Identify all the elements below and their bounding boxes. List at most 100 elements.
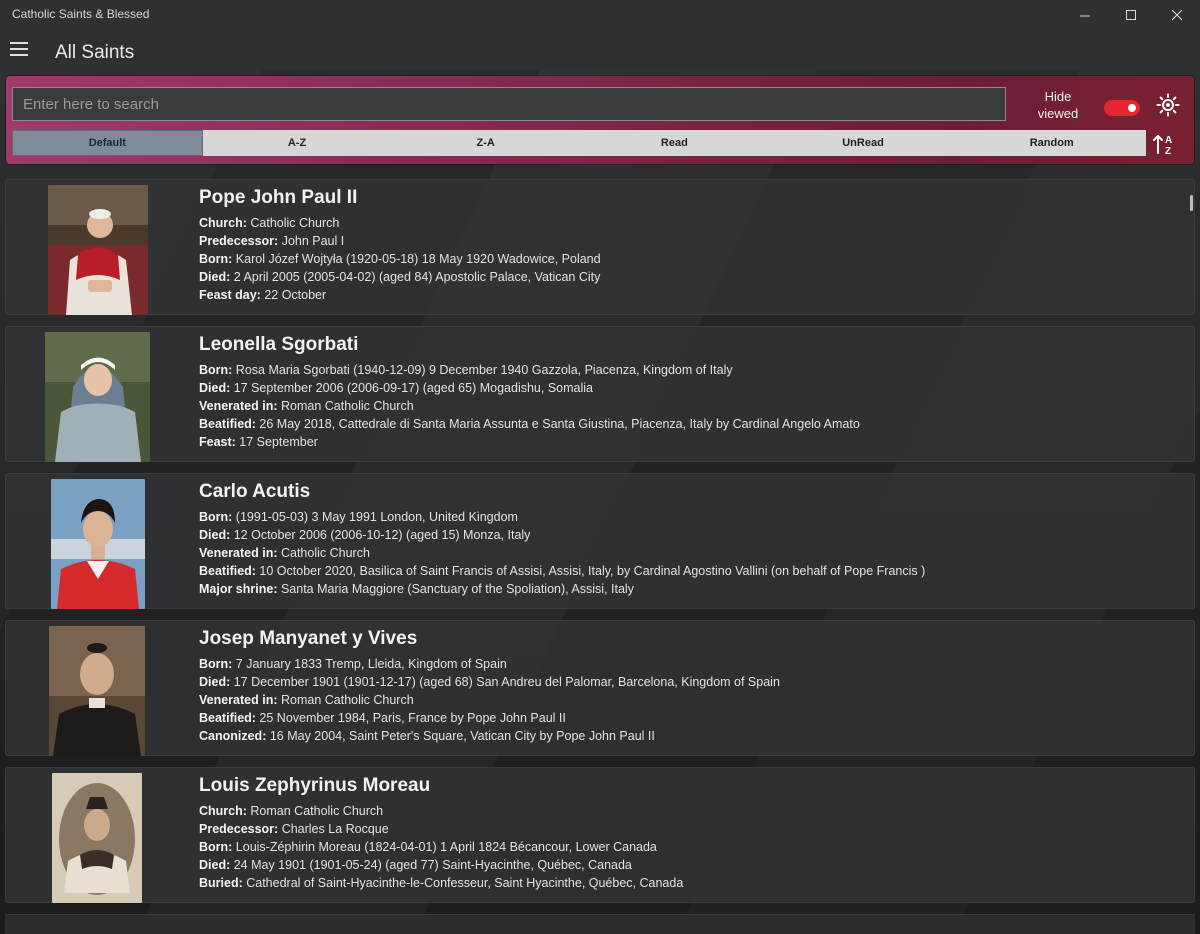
detail-row: Venerated in: Roman Catholic Church: [199, 397, 860, 415]
sort-option-unread[interactable]: UnRead: [769, 130, 958, 156]
detail-row: Feast: 17 September: [199, 433, 860, 451]
detail-value: 24 May 1901 (1901-05-24) (aged 77) Saint…: [230, 858, 632, 872]
detail-value: 17 December 1901 (1901-12-17) (aged 68) …: [230, 675, 780, 689]
detail-row: Canonized: 16 May 2004, Saint Peter's Sq…: [199, 727, 780, 745]
detail-value: Karol Józef Wojtyła (1920-05-18) 18 May …: [232, 252, 601, 266]
detail-label: Beatified:: [199, 564, 256, 578]
saint-details: Church: Roman Catholic Church Predecesso…: [199, 802, 683, 892]
hide-viewed-label-line2: viewed: [1037, 106, 1079, 121]
close-icon: [1171, 9, 1182, 20]
minimize-icon: [1079, 15, 1090, 16]
saint-portrait-image: [52, 773, 142, 903]
search-toolbar: Hide viewed Default A-Z Z-A Read: [6, 76, 1194, 164]
svg-text:Z: Z: [1165, 146, 1171, 156]
detail-label: Canonized:: [199, 729, 267, 743]
saint-card[interactable]: Leonella Sgorbati Born: Rosa Maria Sgorb…: [5, 326, 1195, 462]
detail-value: 17 September 2006 (2006-09-17) (aged 65)…: [230, 381, 593, 395]
page-title: All Saints: [55, 42, 135, 63]
detail-value: 26 May 2018, Cattedrale di Santa Maria A…: [255, 417, 860, 431]
detail-label: Died:: [199, 270, 231, 284]
saint-details: Born: (1991-05-03) 3 May 1991 London, Un…: [199, 508, 925, 598]
hide-viewed-label-line1: Hide: [1044, 89, 1072, 104]
saint-details: Born: 7 January 1833 Tremp, Lleida, King…: [199, 655, 780, 745]
detail-row: Venerated in: Catholic Church: [199, 544, 925, 562]
sort-option-random[interactable]: Random: [957, 130, 1146, 156]
hide-viewed-label: Hide viewed: [1032, 88, 1084, 122]
saint-portrait-image: [45, 332, 150, 462]
search-input[interactable]: [13, 88, 1005, 120]
detail-label: Born:: [199, 363, 233, 377]
scrollbar-thumb[interactable]: [1190, 195, 1193, 211]
sun-icon[interactable]: [1156, 93, 1180, 117]
minimize-button[interactable]: [1062, 0, 1108, 30]
next-saint-card-partial[interactable]: [5, 914, 1195, 934]
detail-row: Predecessor: John Paul I: [199, 232, 601, 250]
hide-viewed-toggle[interactable]: [1104, 100, 1140, 116]
saint-details: Born: Rosa Maria Sgorbati (1940-12-09) 9…: [199, 361, 860, 451]
detail-value: Santa Maria Maggiore (Sanctuary of the S…: [277, 582, 634, 596]
saint-portrait-image: [49, 626, 145, 756]
title-bar: Catholic Saints & Blessed: [0, 0, 1200, 30]
close-button[interactable]: [1154, 0, 1200, 30]
detail-row: Born: Karol Józef Wojtyła (1920-05-18) 1…: [199, 250, 601, 268]
saint-name: Josep Manyanet y Vives: [199, 628, 418, 649]
detail-value: 22 October: [260, 288, 327, 302]
search-box: [12, 87, 1006, 121]
detail-value: 7 January 1833 Tremp, Lleida, Kingdom of…: [232, 657, 507, 671]
detail-label: Born:: [199, 840, 233, 854]
detail-row: Died: 24 May 1901 (1901-05-24) (aged 77)…: [199, 856, 683, 874]
maximize-icon: [1125, 9, 1136, 20]
detail-row: Predecessor: Charles La Rocque: [199, 820, 683, 838]
detail-value: 12 October 2006 (2006-10-12) (aged 15) M…: [230, 528, 531, 542]
detail-row: Feast day: 22 October: [199, 286, 601, 304]
detail-row: Beatified: 25 November 1984, Paris, Fran…: [199, 709, 780, 727]
saint-card[interactable]: Josep Manyanet y Vives Born: 7 January 1…: [5, 620, 1195, 756]
detail-row: Died: 12 October 2006 (2006-10-12) (aged…: [199, 526, 925, 544]
detail-value: Cathedral of Saint-Hyacinthe-le-Confesse…: [242, 876, 684, 890]
app-header: All Saints: [0, 30, 1200, 70]
detail-label: Church:: [199, 216, 247, 230]
sort-option-default[interactable]: Default: [12, 130, 203, 156]
detail-value: Catholic Church: [277, 546, 370, 560]
detail-label: Predecessor:: [199, 234, 279, 248]
detail-label: Born:: [199, 657, 233, 671]
detail-row: Born: Louis-Zéphirin Moreau (1824-04-01)…: [199, 838, 683, 856]
detail-label: Born:: [199, 510, 233, 524]
detail-value: Roman Catholic Church: [277, 399, 414, 413]
detail-label: Venerated in:: [199, 546, 278, 560]
detail-value: Roman Catholic Church: [277, 693, 414, 707]
detail-row: Born: 7 January 1833 Tremp, Lleida, King…: [199, 655, 780, 673]
detail-label: Venerated in:: [199, 399, 278, 413]
detail-row: Buried: Cathedral of Saint-Hyacinthe-le-…: [199, 874, 683, 892]
detail-label: Predecessor:: [199, 822, 279, 836]
detail-label: Feast day:: [199, 288, 261, 302]
detail-label: Major shrine:: [199, 582, 278, 596]
sort-az-icon[interactable]: A Z: [1152, 132, 1178, 156]
saint-card[interactable]: Louis Zephyrinus Moreau Church: Roman Ca…: [5, 767, 1195, 903]
detail-label: Church:: [199, 804, 247, 818]
detail-value: Roman Catholic Church: [246, 804, 384, 818]
app-window: Catholic Saints & Blessed All Saints Hid…: [0, 0, 1200, 934]
hamburger-menu-icon[interactable]: [10, 42, 28, 56]
sort-option-z-a[interactable]: Z-A: [391, 130, 580, 156]
detail-row: Died: 17 September 2006 (2006-09-17) (ag…: [199, 379, 860, 397]
detail-label: Buried:: [199, 876, 243, 890]
sort-option-a-z[interactable]: A-Z: [203, 130, 392, 156]
sort-option-read[interactable]: Read: [580, 130, 769, 156]
detail-value: 25 November 1984, Paris, France by Pope …: [255, 711, 566, 725]
saint-card[interactable]: Carlo Acutis Born: (1991-05-03) 3 May 19…: [5, 473, 1195, 609]
detail-value: 2 April 2005 (2005-04-02) (aged 84) Apos…: [230, 270, 601, 284]
detail-value: 17 September: [235, 435, 318, 449]
saint-portrait-image: [48, 185, 148, 315]
detail-row: Born: (1991-05-03) 3 May 1991 London, Un…: [199, 508, 925, 526]
saint-name: Carlo Acutis: [199, 481, 311, 502]
detail-row: Church: Roman Catholic Church: [199, 802, 683, 820]
saint-name: Pope John Paul II: [199, 187, 358, 208]
saint-card[interactable]: Pope John Paul II Church: Catholic Churc…: [5, 179, 1195, 315]
detail-label: Feast:: [199, 435, 236, 449]
detail-row: Beatified: 26 May 2018, Cattedrale di Sa…: [199, 415, 860, 433]
saint-name: Louis Zephyrinus Moreau: [199, 775, 431, 796]
sort-segmented-control: Default A-Z Z-A Read UnRead Random: [12, 130, 1146, 156]
maximize-button[interactable]: [1108, 0, 1154, 30]
detail-value: 10 October 2020, Basilica of Saint Franc…: [255, 564, 926, 578]
